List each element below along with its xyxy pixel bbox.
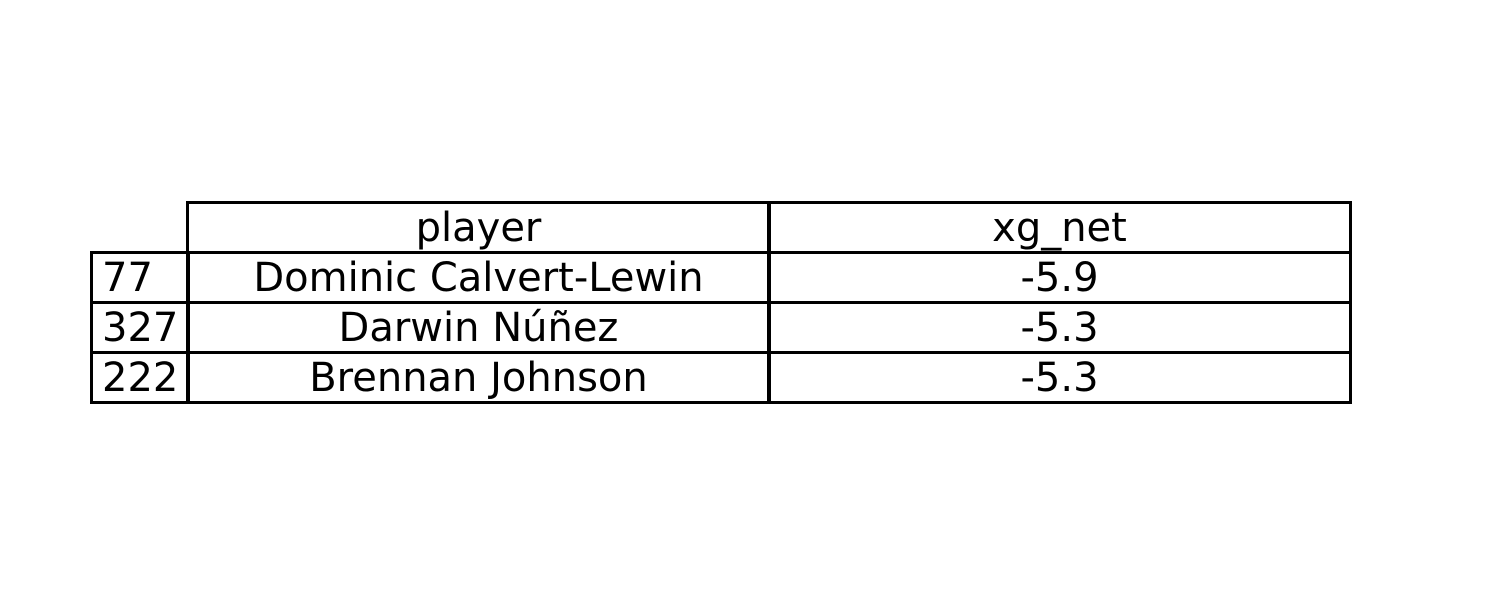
row-index-cell: 222	[90, 351, 190, 404]
row-index-cell: 327	[90, 301, 190, 354]
xg-net-value: -5.3	[1020, 355, 1099, 401]
player-name: Dominic Calvert-Lewin	[253, 255, 704, 301]
row-index-label: 77	[102, 255, 153, 301]
player-name: Brennan Johnson	[309, 355, 648, 401]
xg-net-cell: -5.3	[767, 351, 1352, 404]
column-header-label: xg_net	[992, 205, 1127, 251]
player-cell: Dominic Calvert-Lewin	[186, 251, 771, 304]
column-header-label: player	[415, 205, 542, 251]
row-index-label: 222	[102, 355, 179, 401]
xg-net-value: -5.9	[1020, 255, 1099, 301]
row-index-cell: 77	[90, 251, 190, 304]
xg-net-cell: -5.9	[767, 251, 1352, 304]
player-cell: Darwin Núñez	[186, 301, 771, 354]
player-cell: Brennan Johnson	[186, 351, 771, 404]
xg-net-cell: -5.3	[767, 301, 1352, 354]
player-name: Darwin Núñez	[338, 305, 619, 351]
column-header-player: player	[186, 201, 771, 254]
column-header-xg-net: xg_net	[767, 201, 1352, 254]
table-figure: player xg_net 77 Dominic Calvert-Lewin -…	[0, 0, 1500, 600]
row-index-label: 327	[102, 305, 179, 351]
xg-net-value: -5.3	[1020, 305, 1099, 351]
